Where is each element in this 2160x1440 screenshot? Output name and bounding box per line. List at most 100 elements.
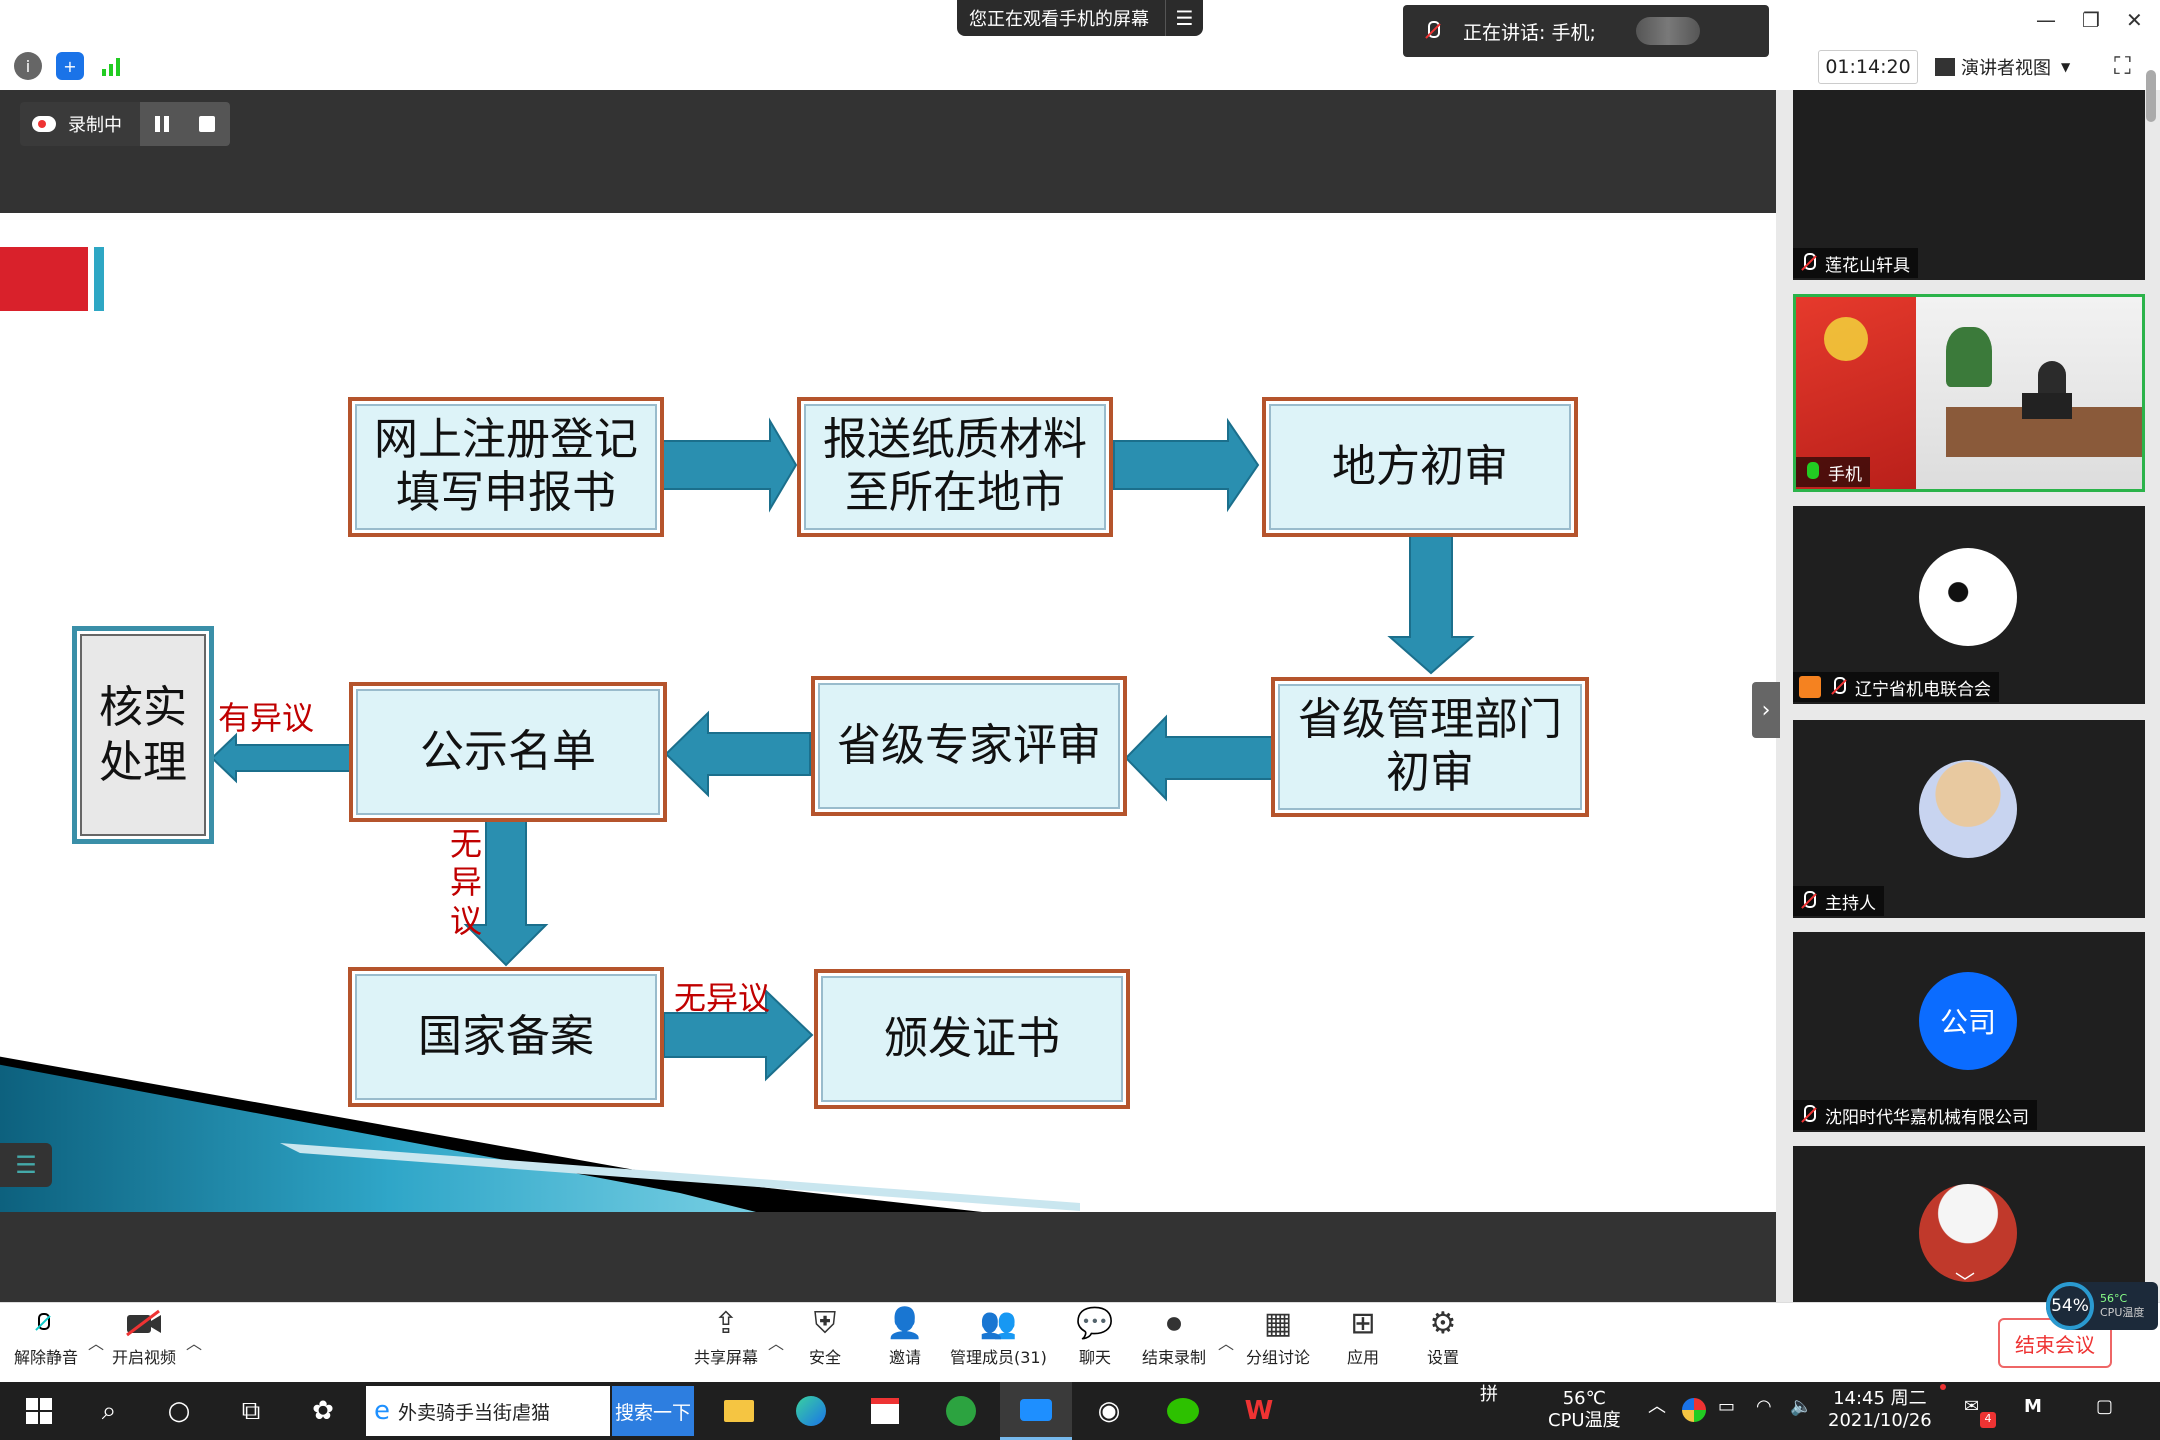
clock[interactable]: 14:45 周二 2021/10/26: [1828, 1388, 1932, 1431]
mic-muted-icon: [1799, 891, 1817, 911]
speaker-view-icon: [1935, 58, 1955, 76]
panel-scrollbar[interactable]: [2146, 70, 2156, 122]
ime-indicator[interactable]: 拼: [1480, 1384, 1498, 1406]
security-button[interactable]: ⛨ 安全: [806, 1306, 844, 1368]
start-video-button[interactable]: 开启视频: [112, 1306, 176, 1368]
close-icon[interactable]: ✕: [2126, 8, 2143, 32]
breakout-button[interactable]: ▦ 分组讨论: [1246, 1306, 1310, 1368]
participant-tile[interactable]: 莲花山轩具: [1793, 90, 2145, 280]
participant-tile[interactable]: 公司 沈阳时代华嘉机械有限公司: [1793, 932, 2145, 1132]
meeting-timer: 01:14:20: [1818, 50, 1918, 84]
settings-button[interactable]: ⚙ 设置: [1424, 1306, 1462, 1368]
unmute-button[interactable]: 解除静音: [14, 1306, 78, 1368]
cpu-temp-label: CPU温度: [2100, 1306, 2145, 1319]
search-text: 外卖骑手当街虐猫: [398, 1401, 551, 1424]
tencent-meeting-icon[interactable]: [1000, 1382, 1072, 1440]
shield-icon[interactable]: +: [56, 52, 84, 80]
edge-icon[interactable]: [784, 1382, 838, 1440]
windows-start-icon[interactable]: [14, 1382, 64, 1440]
mic-muted-icon: [27, 1306, 65, 1340]
restore-icon[interactable]: ❐: [2082, 8, 2100, 32]
cpu-monitor-widget[interactable]: 54% 56°C CPU温度: [2046, 1282, 2158, 1330]
wechat-icon[interactable]: [1156, 1382, 1210, 1440]
app-swirl-icon[interactable]: ✿: [298, 1382, 348, 1440]
cortana-icon[interactable]: ○: [154, 1382, 204, 1440]
speaking-text: 正在讲话: 手机;: [1463, 21, 1596, 44]
tray-app-icon[interactable]: [1682, 1398, 1706, 1422]
invite-button[interactable]: 👤 邀请: [886, 1306, 924, 1368]
party-emblem: [1824, 317, 1868, 361]
search-icon[interactable]: ⌕: [84, 1382, 134, 1440]
unmute-label: 解除静音: [14, 1348, 79, 1367]
step-publicity-text: 公示名单: [420, 725, 596, 777]
collapse-panel-button[interactable]: ›: [1752, 682, 1780, 738]
view-mode-button[interactable]: 演讲者视图 ▼: [1935, 50, 2087, 84]
participant-tile-active[interactable]: 手机: [1793, 294, 2145, 492]
mic-active-icon: [1802, 462, 1820, 482]
pause-recording-button[interactable]: [155, 116, 169, 132]
signal-icon[interactable]: [98, 52, 126, 80]
cloud-record-icon: [32, 116, 56, 132]
wps-icon[interactable]: W: [1232, 1382, 1286, 1440]
task-view-icon[interactable]: ⧉: [226, 1382, 276, 1440]
step-submit: 报送纸质材料 至所在地市: [797, 397, 1113, 537]
info-icon[interactable]: i: [14, 52, 42, 80]
chat-button[interactable]: 💬 聊天: [1076, 1306, 1114, 1368]
m-app-icon[interactable]: M: [2024, 1396, 2042, 1418]
minimize-icon[interactable]: —: [2036, 8, 2056, 32]
store-icon[interactable]: [858, 1382, 912, 1440]
cpu-temp-tray[interactable]: 56℃ CPU温度: [1548, 1388, 1621, 1431]
label-no-objection: 无异议: [674, 979, 771, 1017]
laptop: [2022, 393, 2072, 419]
step-provincial-dept-text: 省级管理部门 初审: [1298, 694, 1562, 798]
taskbar-search-input[interactable]: e 外卖骑手当街虐猫: [366, 1386, 610, 1436]
participant-tile[interactable]: ﹀: [1793, 1146, 2145, 1302]
slide-list-icon[interactable]: ☰: [0, 1143, 52, 1187]
chevron-up-icon[interactable]: ︿: [1648, 1396, 1666, 1418]
chevron-down-icon[interactable]: ﹀: [1955, 1266, 1975, 1295]
menu-icon[interactable]: ☰: [1165, 0, 1203, 36]
file-explorer-icon[interactable]: [712, 1382, 766, 1440]
action-center-icon[interactable]: ▢: [2096, 1396, 2113, 1418]
search-button[interactable]: 搜索一下: [612, 1386, 694, 1436]
stop-recording-button[interactable]: [199, 116, 215, 132]
shield-icon: ⛨: [813, 1305, 837, 1341]
browser-360-icon[interactable]: [934, 1382, 988, 1440]
message-app-icon[interactable]: ✉: [1964, 1396, 1979, 1418]
share-screen-icon: ⇪: [713, 1305, 739, 1341]
volume-icon[interactable]: 🔈: [1790, 1396, 1812, 1418]
participant-name: 沈阳时代华嘉机械有限公司: [1825, 1107, 2029, 1128]
arrow-left-2: [664, 710, 811, 798]
chevron-up-icon[interactable]: ︿: [768, 1330, 784, 1354]
baby-avatar: [1919, 760, 2017, 858]
end-recording-label: 结束录制: [1142, 1348, 1207, 1367]
step-expert-review-text: 省级专家评审: [837, 719, 1101, 771]
chevron-up-icon[interactable]: ︿: [88, 1330, 104, 1354]
manage-members-button[interactable]: 👥 管理成员(31): [950, 1306, 1047, 1368]
fullscreen-icon[interactable]: ⛶: [2114, 52, 2131, 80]
eye-app-icon[interactable]: ◉: [1082, 1382, 1136, 1440]
step-register: 网上注册登记 填写申报书: [348, 397, 664, 537]
step-publicity: 公示名单: [349, 682, 667, 822]
ie-icon: e: [374, 1396, 390, 1426]
label-no-objection-vertical: 无 异 议: [450, 825, 483, 940]
share-banner-text: 您正在观看手机的屏幕: [969, 9, 1149, 30]
apps-button[interactable]: ⊞ 应用: [1344, 1306, 1382, 1368]
participant-tile[interactable]: 辽宁省机电联合会: [1793, 506, 2145, 704]
apps-label: 应用: [1346, 1348, 1379, 1367]
chevron-up-icon[interactable]: ︿: [186, 1330, 202, 1354]
participant-name: 主持人: [1825, 893, 1876, 914]
participant-tile[interactable]: 主持人: [1793, 720, 2145, 918]
chevron-up-icon[interactable]: ︿: [1218, 1330, 1234, 1354]
cpu-temp: 56°C: [2100, 1291, 2128, 1305]
mic-muted-icon: [1799, 253, 1817, 273]
end-recording-button[interactable]: ⏺ 结束录制: [1142, 1306, 1206, 1368]
clock-time: 14:45 周二: [1833, 1388, 1927, 1409]
share-screen-button[interactable]: ⇪ 共享屏幕: [694, 1306, 758, 1368]
cpu-percent: 54%: [2046, 1282, 2094, 1330]
participant-name: 莲花山轩具: [1825, 255, 1910, 276]
mic-muted-icon: [1423, 21, 1441, 41]
step-national-text: 国家备案: [418, 1010, 594, 1062]
battery-icon[interactable]: ▭: [1718, 1396, 1735, 1418]
wifi-icon[interactable]: ◠: [1756, 1396, 1772, 1418]
